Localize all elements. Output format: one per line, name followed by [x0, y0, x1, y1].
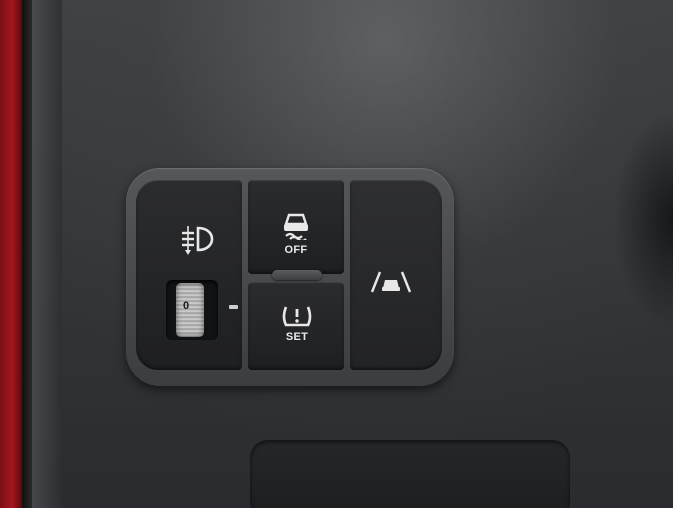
traction-control-off-icon — [284, 213, 308, 240]
panel-trim — [32, 0, 62, 508]
center-divider-pill — [272, 270, 322, 280]
tire-pressure-icon — [282, 306, 312, 327]
headlamp-leveling-button[interactable] — [136, 180, 242, 370]
lower-storage-slot — [250, 440, 570, 508]
wheel-indicator: 0 — [183, 300, 190, 312]
wheel-scale-mark — [229, 305, 238, 309]
lane-keeping-assist-icon — [370, 271, 412, 293]
red-door-edge — [0, 0, 22, 508]
panel-shadow — [613, 110, 673, 330]
tpms-set-label: SET — [285, 331, 309, 343]
car-dashboard-photo: 0 OFF SET — [0, 0, 673, 508]
headlamp-leveling-wheel[interactable] — [176, 283, 204, 337]
door-gap — [22, 0, 32, 508]
esc-off-label: OFF — [284, 244, 308, 256]
headlamp-leveling-icon — [182, 226, 214, 255]
